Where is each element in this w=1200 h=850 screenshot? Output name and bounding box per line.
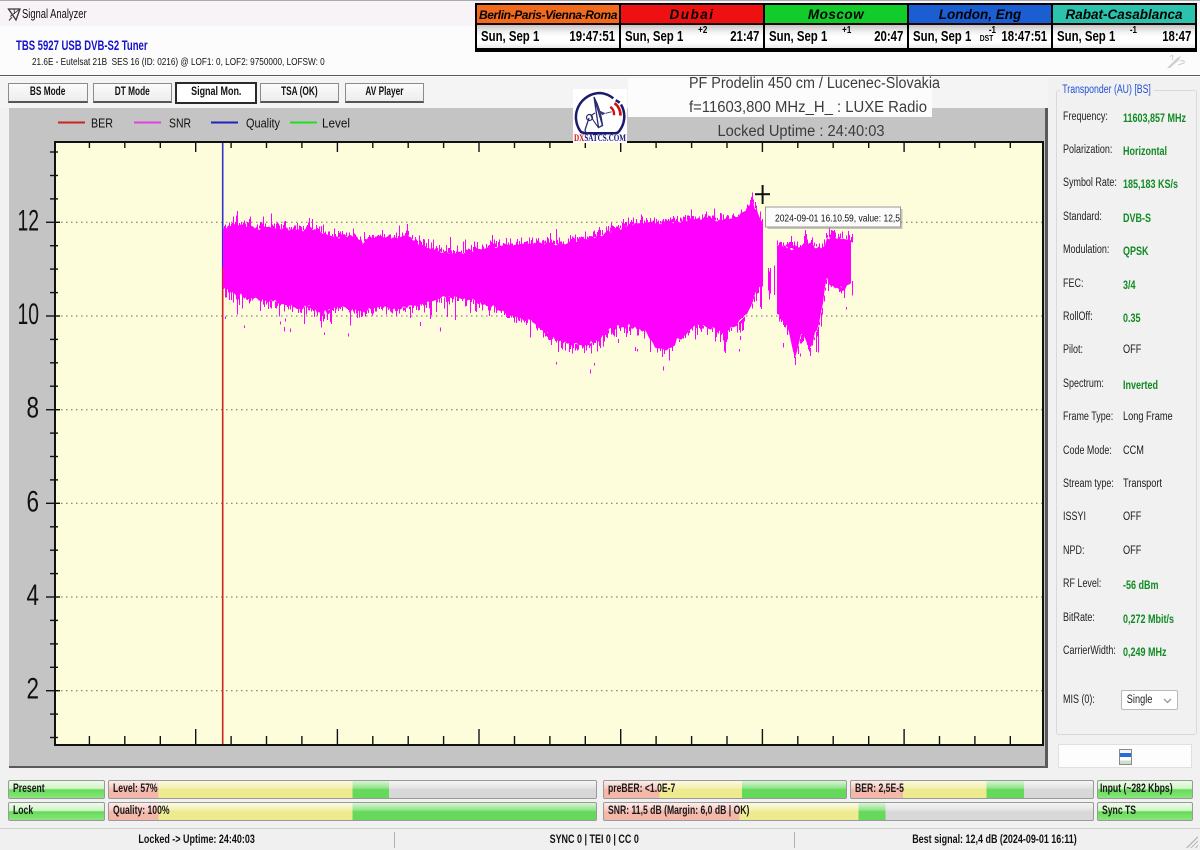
svg-text:4: 4: [27, 579, 40, 612]
svg-text:8: 8: [27, 392, 40, 425]
svg-text:Quality: Quality: [246, 116, 280, 131]
svg-text:10: 10: [18, 298, 40, 331]
svg-text:12: 12: [18, 204, 40, 237]
svg-text:2: 2: [27, 673, 40, 706]
svg-text:BER: BER: [91, 116, 113, 131]
svg-text:6: 6: [27, 485, 40, 518]
svg-text:f=11603,800 MHz_H_ : LUXE Radi: f=11603,800 MHz_H_ : LUXE Radio: [689, 99, 927, 116]
svg-text:Level: Level: [322, 116, 350, 131]
svg-text:2024-09-01 16.10.59, value: 12: 2024-09-01 16.10.59, value: 12,5: [775, 213, 900, 225]
svg-text:SNR: SNR: [169, 116, 191, 131]
svg-text:DXSATCS.COM: DXSATCS.COM: [574, 134, 626, 143]
svg-text:PF Prodelin 450 cm / Lucenec-S: PF Prodelin 450 cm / Lucenec-Slovakia: [689, 75, 940, 92]
svg-text:Locked Uptime : 24:40:03: Locked Uptime : 24:40:03: [718, 123, 885, 140]
